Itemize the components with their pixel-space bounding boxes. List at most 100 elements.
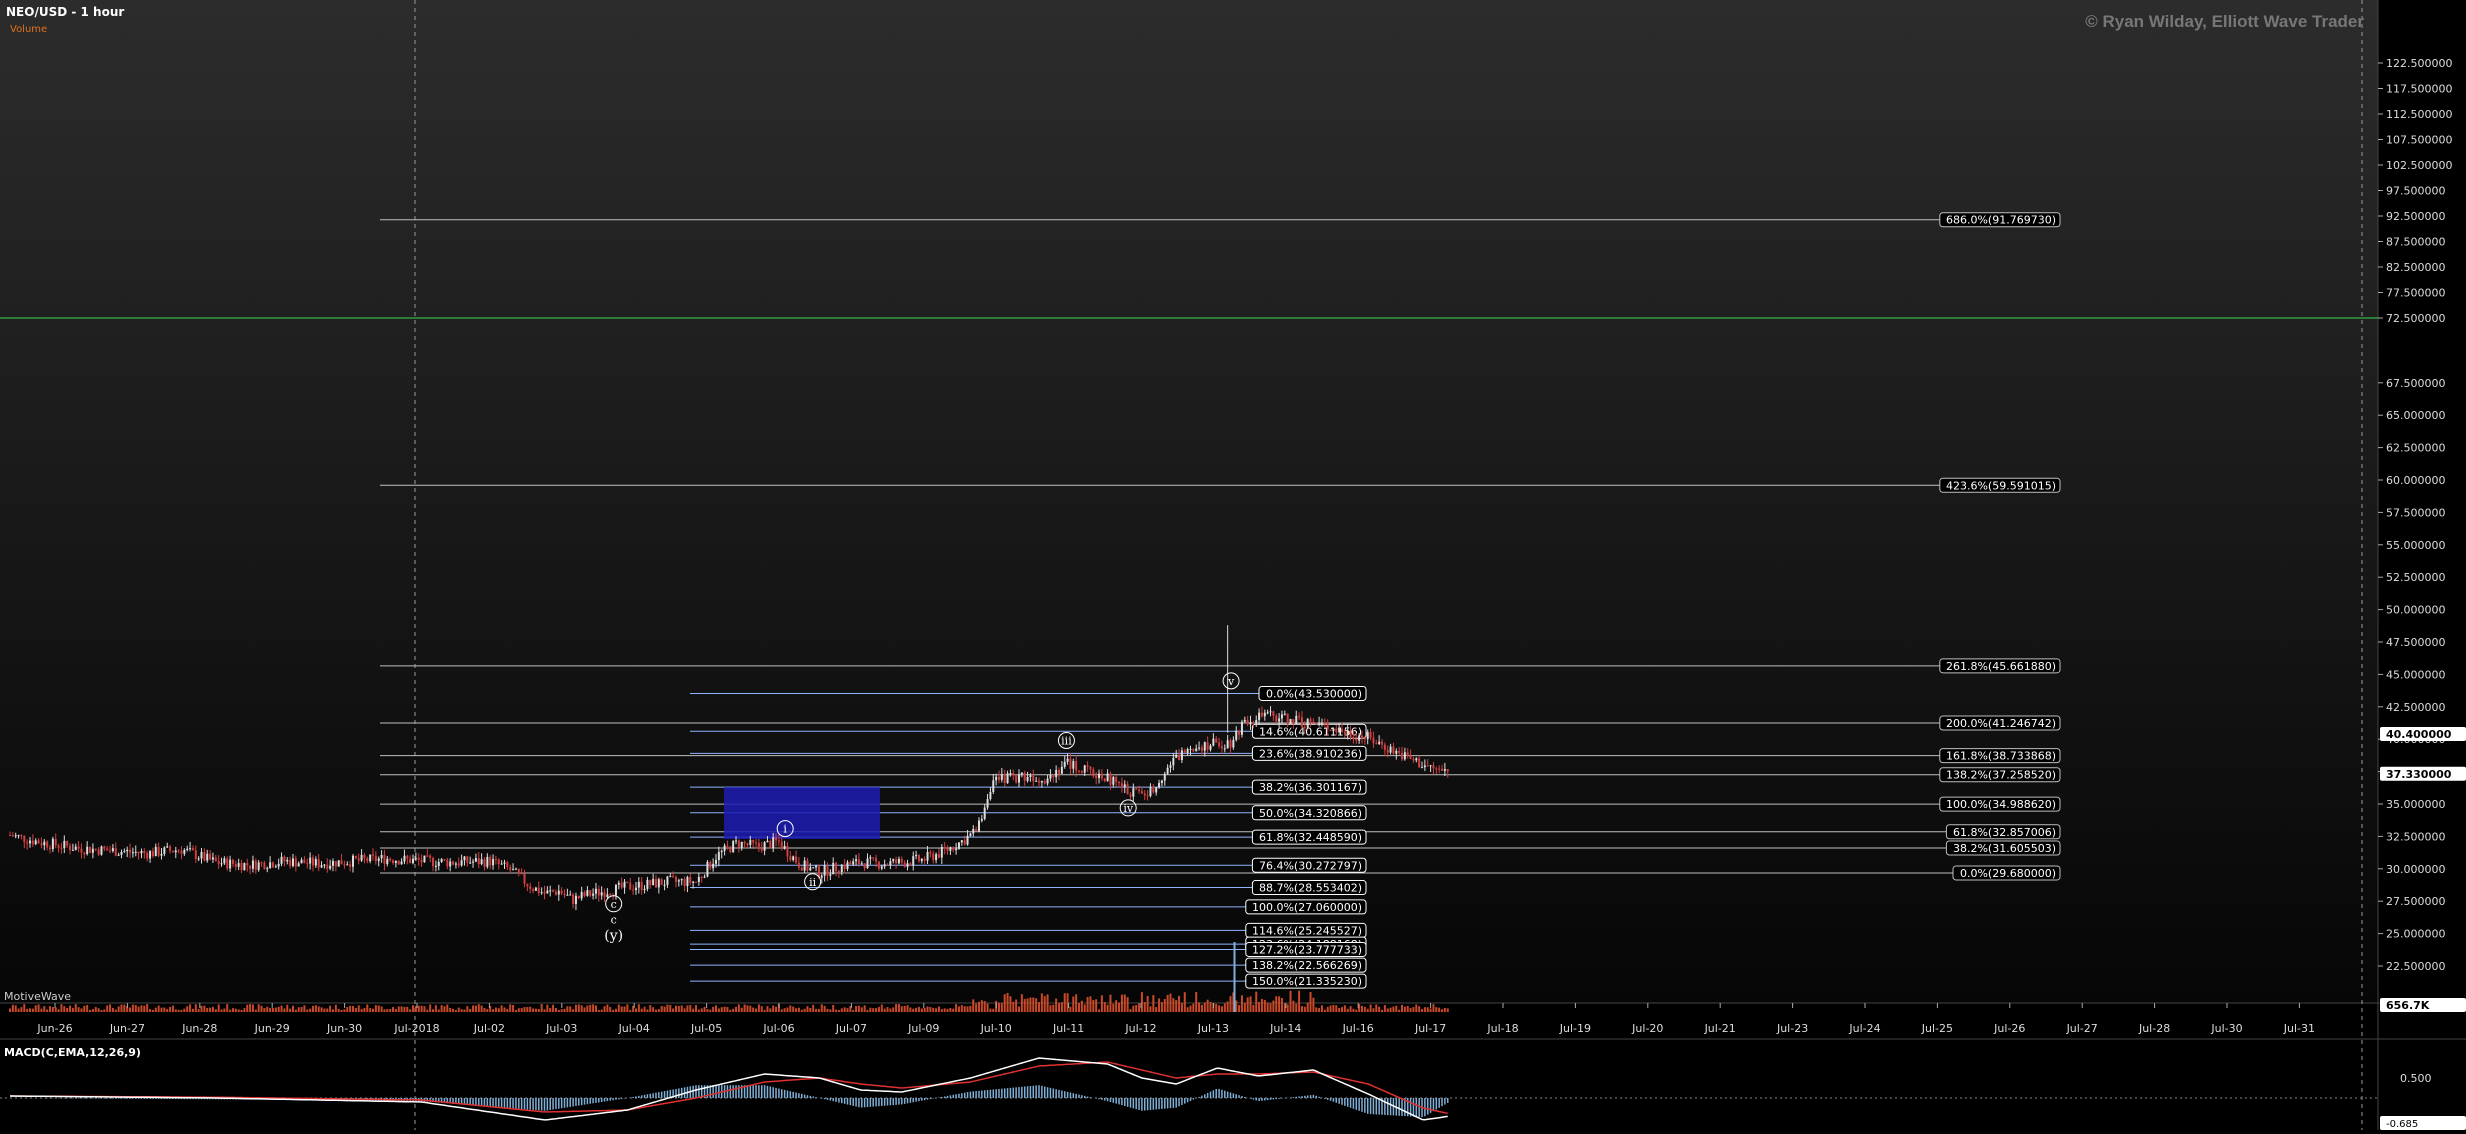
volume-bar (1100, 995, 1103, 1012)
volume-bar (1443, 1007, 1446, 1012)
candle-body (337, 860, 340, 867)
volume-bar (977, 1001, 980, 1012)
volume-bar (952, 1008, 955, 1012)
volume-bar (1332, 1004, 1335, 1012)
candle-body (654, 878, 657, 888)
volume-bar (80, 1008, 83, 1012)
candle-body (909, 863, 912, 866)
candle-body (1312, 721, 1315, 723)
volume-bar (311, 1005, 314, 1012)
candle-body (1020, 772, 1023, 775)
candle-body (666, 876, 669, 885)
volume-bar (534, 1008, 537, 1012)
volume-bar (763, 1009, 766, 1012)
price-chart[interactable]: 686.0%(91.769730) 423.6%(59.591015) 261.8%… (0, 0, 2466, 1130)
candle-body (1283, 713, 1286, 715)
candle-body (766, 840, 769, 843)
candle-body (586, 890, 589, 896)
volume-bar (11, 1004, 14, 1012)
candle-body (603, 892, 606, 898)
volume-bar (452, 1008, 455, 1012)
candle-body (980, 818, 983, 821)
candle-body (1243, 719, 1246, 722)
volume-bar (1432, 1004, 1435, 1012)
volume-bar (1055, 998, 1058, 1012)
fib-retracement-label: 38.2%(36.301167) (1259, 781, 1362, 794)
volume-bar (372, 1008, 375, 1012)
volume-bar (149, 1008, 152, 1012)
candle-body (131, 852, 134, 854)
volume-bar (286, 1004, 289, 1012)
candle-body (969, 833, 972, 836)
volume-bar (246, 1004, 249, 1012)
candle-body (755, 842, 758, 844)
volume-bar (626, 1004, 629, 1012)
candle-body (926, 852, 929, 861)
candle-body (949, 847, 952, 851)
candle-body (572, 894, 575, 904)
volume-bar (74, 1004, 77, 1012)
volume-bar (254, 1009, 257, 1012)
volume-bar (737, 1004, 740, 1012)
candle-body (1326, 723, 1329, 730)
volume-bar (1195, 991, 1198, 1012)
volume-bar (1298, 990, 1301, 1012)
volume-bar (980, 1000, 983, 1012)
volume-bar (460, 1009, 463, 1012)
volume-bar (137, 1006, 140, 1012)
volume-bar (446, 1004, 449, 1012)
time-tick-label: Jul-25 (1921, 1022, 1953, 1035)
volume-bar (494, 1007, 497, 1012)
volume-bar (1040, 993, 1043, 1012)
candle-body (560, 890, 563, 894)
volume-bar (514, 1009, 517, 1012)
candle-body (294, 858, 297, 867)
volume-bar (111, 1007, 114, 1012)
volume-bar (326, 1008, 329, 1012)
volume-bar (606, 1004, 609, 1012)
volume-bar (40, 1008, 43, 1012)
candle-body (1172, 757, 1175, 766)
volume-bar (1409, 1008, 1412, 1012)
candle-body (20, 835, 23, 837)
candle-body (1349, 730, 1352, 738)
volume-bar (855, 1005, 858, 1012)
candle-body (34, 840, 37, 845)
candle-body (1446, 768, 1449, 772)
candle-body (580, 892, 583, 899)
price-tick-label: 52.500000 (2386, 571, 2446, 584)
candle-body (1106, 773, 1109, 782)
candle-body (937, 854, 940, 858)
candle-body (989, 791, 992, 800)
candle-body (1238, 730, 1241, 735)
time-tick-label: Jul-05 (690, 1022, 722, 1035)
candle-body (243, 863, 246, 871)
candle-body (354, 855, 357, 859)
candle-body (397, 860, 400, 865)
volume-bar (1192, 1003, 1195, 1012)
candle-body (249, 865, 252, 869)
volume-bar (957, 1006, 960, 1012)
candle-body (1249, 722, 1252, 725)
candle-body (663, 884, 666, 886)
volume-bar (120, 1004, 123, 1012)
candle-body (1315, 722, 1318, 725)
volume-bar (1446, 1008, 1449, 1012)
volume-bar (483, 1007, 486, 1012)
volume-bar (1375, 1004, 1378, 1012)
candle-body (57, 845, 60, 848)
candle-body (566, 894, 569, 896)
candle-body (626, 881, 629, 883)
volume-bar (29, 1008, 32, 1012)
candle-body (1395, 750, 1398, 754)
volume-bar (180, 1009, 183, 1012)
volume-bar (1421, 1009, 1424, 1012)
candle-body (394, 860, 397, 863)
price-tick-label: 60.000000 (2386, 474, 2446, 487)
volume-bar (1401, 1004, 1404, 1012)
volume-bar (1320, 1005, 1323, 1012)
time-tick-label: Jul-16 (1342, 1022, 1374, 1035)
volume-bar (1235, 1000, 1238, 1012)
volume-bar (480, 1005, 483, 1012)
candle-body (86, 846, 89, 855)
